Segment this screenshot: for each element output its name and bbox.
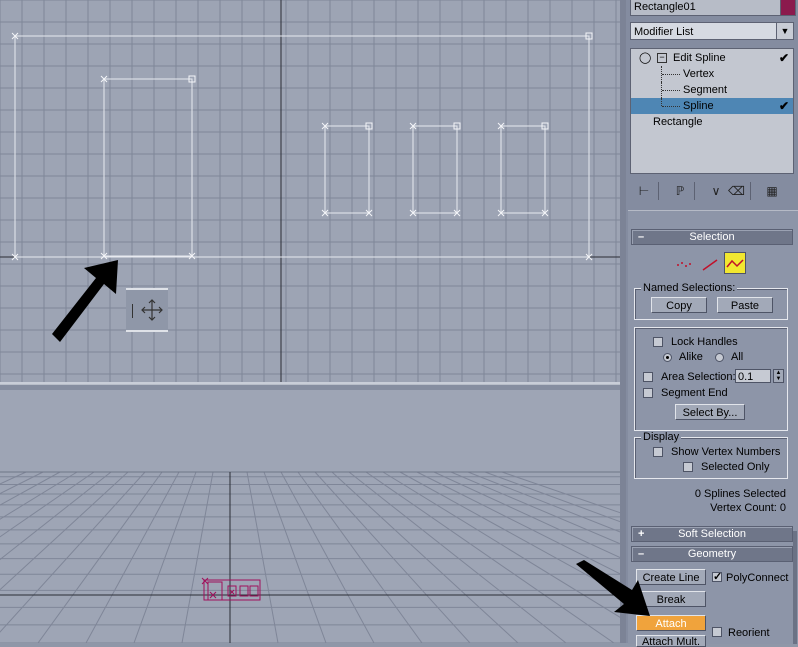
show-vertex-numbers-checkbox[interactable]: [653, 447, 663, 457]
checkmark-icon: ✔: [778, 99, 789, 113]
spinner-arrows-icon[interactable]: ▲ ▼: [773, 369, 784, 383]
display-group: Display Show Vertex Numbers Selected Onl…: [634, 431, 788, 479]
geometry-rollout-header[interactable]: – Geometry: [631, 546, 793, 562]
named-selections-group: Named Selections: Copy Paste: [634, 282, 788, 320]
polyconnect-checkbox[interactable]: [712, 570, 722, 583]
stack-item-segment[interactable]: Segment: [631, 82, 793, 98]
alike-label: Alike: [679, 351, 703, 363]
modifier-list-label: Modifier List: [634, 26, 694, 38]
copy-button[interactable]: Copy: [651, 297, 707, 313]
top-viewport[interactable]: [0, 0, 620, 384]
segment-end-checkbox[interactable]: [643, 388, 653, 398]
spline-small-rectangle-2: [412, 125, 458, 214]
spline-small-rectangle-1: [324, 125, 370, 214]
stack-item-label: Vertex: [683, 68, 715, 80]
stack-item-spline[interactable]: Spline ✔: [631, 98, 793, 114]
stack-item-label: Edit Spline: [673, 52, 726, 64]
lightbulb-icon[interactable]: ◯: [639, 50, 651, 66]
segment-end-label: Segment End: [661, 387, 728, 399]
rollout-title: Geometry: [687, 548, 737, 560]
group-title: Named Selections:: [641, 282, 738, 294]
rollout-title: Soft Selection: [678, 528, 746, 540]
reorient-label: Reorient: [728, 627, 770, 639]
configure-modifier-sets-icon[interactable]: ▦: [764, 183, 780, 199]
reorient-checkbox[interactable]: [712, 627, 722, 637]
selected-only-checkbox[interactable]: [683, 462, 693, 472]
perspective-grid: [0, 471, 622, 643]
segment-level-icon[interactable]: [700, 255, 720, 275]
expand-icon: +: [638, 528, 645, 540]
collapse-icon: –: [638, 231, 645, 243]
polyconnect-label: PolyConnect: [726, 572, 789, 584]
spline-level-icon[interactable]: [724, 252, 746, 274]
remove-modifier-icon[interactable]: ⌫: [728, 183, 745, 199]
move-gizmo[interactable]: [126, 288, 168, 332]
stack-toolbar: ⊢ ℙ ∨ ⌫ ▦: [630, 180, 794, 202]
show-vertex-numbers-label: Show Vertex Numbers: [671, 446, 781, 458]
modifier-list-dropdown[interactable]: Modifier List ▼: [630, 22, 794, 40]
annotation-arrow-icon: [576, 560, 650, 616]
command-panel: Rectangle01 Modifier List ▼ ◯ − Edit Spl…: [626, 0, 798, 647]
object-name-field[interactable]: Rectangle01: [630, 0, 781, 16]
stack-item-edit-spline[interactable]: ◯ − Edit Spline ✔: [631, 50, 793, 66]
vertex-level-icon[interactable]: [674, 255, 694, 275]
stack-item-rectangle[interactable]: Rectangle: [631, 114, 793, 130]
spline-small-rectangle-3: [500, 125, 546, 214]
area-selection-spinner[interactable]: 0.1: [735, 369, 771, 383]
alike-radio[interactable]: [663, 353, 672, 362]
perspective-splines[interactable]: [200, 576, 270, 606]
spline-vertex-ticks: [11, 32, 593, 261]
pin-stack-icon[interactable]: ⊢: [636, 183, 652, 199]
attach-mult-button[interactable]: Attach Mult.: [636, 635, 706, 647]
spline-left-rectangle: [103, 78, 193, 257]
collapse-icon[interactable]: −: [657, 53, 667, 63]
splines-selected-status: 0 Splines Selected: [694, 488, 786, 500]
area-selection-label: Area Selection:: [661, 371, 736, 383]
area-selection-checkbox[interactable]: [643, 372, 653, 382]
stack-item-label: Segment: [683, 84, 728, 96]
group-title: Display: [641, 431, 682, 443]
select-by-button[interactable]: Select By...: [675, 404, 745, 420]
stack-item-vertex[interactable]: Vertex: [631, 66, 793, 82]
selected-only-label: Selected Only: [701, 461, 770, 473]
modifier-stack[interactable]: ◯ − Edit Spline ✔ Vertex Segment Spline …: [630, 48, 794, 174]
annotation-arrow-icon: [52, 260, 118, 342]
checkmark-icon: ✔: [778, 51, 789, 65]
lock-handles-label: Lock Handles: [671, 336, 738, 348]
collapse-icon: –: [638, 548, 645, 560]
panel-scrollbar[interactable]: [793, 531, 797, 644]
chevron-down-icon[interactable]: ▼: [776, 23, 793, 39]
rollout-title: Selection: [689, 231, 735, 243]
make-unique-icon[interactable]: ∨: [708, 183, 724, 199]
object-color-swatch[interactable]: [780, 0, 796, 16]
perspective-viewport[interactable]: [0, 390, 622, 643]
move-icon: [141, 299, 163, 321]
spline-outer-rectangle: [14, 35, 590, 258]
all-radio[interactable]: [715, 353, 724, 362]
selection-options-group: Lock Handles Alike All Area Selection: 0…: [634, 327, 788, 431]
stack-item-label: Rectangle: [653, 116, 703, 128]
stack-item-label: Spline: [683, 100, 714, 112]
all-label: All: [731, 351, 744, 363]
paste-button[interactable]: Paste: [717, 297, 773, 313]
lock-handles-checkbox[interactable]: [653, 337, 663, 347]
selection-rollout-header[interactable]: – Selection: [631, 229, 793, 245]
show-end-result-icon[interactable]: ℙ: [672, 183, 688, 199]
soft-selection-rollout-header[interactable]: + Soft Selection: [631, 526, 793, 542]
vertex-count-status: Vertex Count: 0: [710, 502, 786, 514]
